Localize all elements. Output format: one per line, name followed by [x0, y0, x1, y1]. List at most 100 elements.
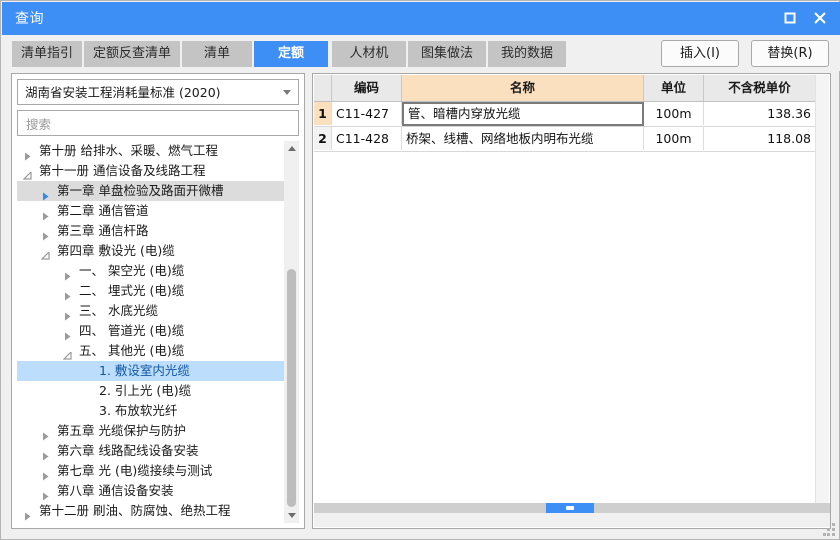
tab-dinge-fancha-qingdan[interactable]: 定额反查清单 — [84, 41, 180, 67]
grid-column-header[interactable] — [314, 75, 332, 101]
chevron-collapsed-icon[interactable] — [41, 487, 50, 501]
tree-item[interactable]: 第六章 线路配线设备安装 — [17, 441, 284, 461]
tab-strip: 清单指引 定额反查清单 清单 定额 人材机 图集做法 我的数据 插入(I) 替换… — [2, 35, 840, 71]
chevron-collapsed-icon[interactable] — [63, 287, 72, 301]
grid-cell-unit[interactable]: 100m — [644, 127, 704, 150]
tab-qingdan[interactable]: 清单 — [182, 41, 252, 67]
tree-item[interactable]: 第一章 单盘检验及路面开微槽 — [17, 181, 284, 201]
tree-item-label: 第十二册 刷油、防腐蚀、绝热工程 — [39, 503, 231, 518]
chevron-expanded-icon[interactable] — [62, 347, 72, 360]
grid-cell-num[interactable]: 2 — [314, 127, 332, 150]
tree-item-label: 第十一册 通信设备及线路工程 — [39, 163, 206, 178]
results-grid: 编码 名称 单位 不含税单价 1 C11-427 管、暗槽内穿放光缆 100m 138.36 2… — [314, 75, 816, 152]
grid-column-header[interactable]: 编码 — [332, 75, 402, 101]
grid-column-header[interactable]: 单位 — [644, 75, 704, 101]
tree-item-label: 3. 布放软光纤 — [99, 403, 178, 418]
grid-cell-code[interactable]: C11-427 — [332, 102, 402, 125]
grid-cell-unit[interactable]: 100m — [644, 102, 704, 125]
tab-rencaiji[interactable]: 人材机 — [332, 41, 406, 67]
grid-cell-num[interactable]: 1 — [314, 102, 332, 125]
resize-grip-icon[interactable] — [823, 523, 836, 536]
tree-item[interactable]: 一、 架空光 (电)缆 — [17, 261, 284, 281]
scroll-down-icon[interactable] — [284, 508, 299, 523]
catalog-tree-scrollbar[interactable] — [284, 141, 299, 523]
tree-item[interactable]: 第十一册 通信设备及线路工程 — [17, 161, 284, 181]
tree-item[interactable]: 第四章 敷设光 (电)缆 — [17, 241, 284, 261]
results-panel: 编码 名称 单位 不含税单价 1 C11-427 管、暗槽内穿放光缆 100m 138.36 2… — [312, 73, 831, 529]
tree-item-label: 二、 埋式光 (电)缆 — [79, 283, 185, 298]
tab-dinge[interactable]: 定额 — [254, 41, 328, 67]
scrollbar-thumb[interactable] — [287, 269, 296, 507]
window-title: 查询 — [15, 11, 44, 27]
tree-item-label: 第一章 单盘检验及路面开微槽 — [57, 183, 224, 198]
scroll-up-icon[interactable] — [284, 141, 299, 156]
tree-item-label: 第四章 敷设光 (电)缆 — [57, 243, 175, 258]
chevron-collapsed-icon[interactable] — [63, 267, 72, 281]
tree-item-label: 第五章 光缆保护与防护 — [57, 423, 186, 438]
standard-select-value: 湖南省安装工程消耗量标准 (2020) — [25, 85, 221, 100]
table-row[interactable]: 1 C11-427 管、暗槽内穿放光缆 100m 138.36 — [314, 102, 816, 127]
table-row[interactable]: 2 C11-428 桥架、线槽、网络地板内明布光缆 100m 118.08 — [314, 127, 816, 152]
tree-item-label: 2. 引上光 (电)缆 — [99, 383, 192, 398]
chevron-collapsed-icon[interactable] — [63, 327, 72, 341]
catalog-tree-rows: 第十册 给排水、采暖、燃气工程 第十一册 通信设备及线路工程第一章 单盘检验及路面… — [17, 141, 284, 521]
grid-body: 1 C11-427 管、暗槽内穿放光缆 100m 138.36 2 C11-428 桥架、线槽… — [314, 102, 816, 152]
tree-item[interactable]: 四、 管道光 (电)缆 — [17, 321, 284, 341]
tree-item-label: 第三章 通信杆路 — [57, 223, 149, 238]
grid-cell-code[interactable]: C11-428 — [332, 127, 402, 150]
grid-hscrollbar-grip-icon — [566, 506, 574, 510]
grid-horizontal-scrollbar[interactable] — [314, 503, 830, 513]
tree-item[interactable]: 第五章 光缆保护与防护 — [17, 421, 284, 441]
tree-item[interactable]: 第七章 光 (电)缆接续与测试 — [17, 461, 284, 481]
chevron-collapsed-icon[interactable] — [41, 447, 50, 461]
replace-button[interactable]: 替换(R) — [751, 40, 829, 67]
tree-item[interactable]: 第三章 通信杆路 — [17, 221, 284, 241]
insert-button[interactable]: 插入(I) — [661, 40, 739, 67]
grid-cell-price[interactable]: 138.36 — [704, 102, 816, 125]
grid-vertical-scrollbar[interactable] — [815, 75, 829, 515]
chevron-expanded-icon[interactable] — [40, 247, 50, 260]
grid-cell-price[interactable]: 118.08 — [704, 127, 816, 150]
tree-item-label: 五、 其他光 (电)缆 — [79, 343, 185, 358]
tree-item[interactable]: 1. 敷设室内光缆 — [17, 361, 284, 381]
grid-cell-name[interactable]: 桥架、线槽、网络地板内明布光缆 — [402, 127, 644, 150]
tab-qingdanzhiyin[interactable]: 清单指引 — [12, 41, 82, 67]
tree-item-label: 第六章 线路配线设备安装 — [57, 443, 199, 458]
tree-item-label: 四、 管道光 (电)缆 — [79, 323, 185, 338]
chevron-collapsed-icon[interactable] — [41, 467, 50, 481]
close-icon[interactable] — [806, 5, 834, 31]
tree-item-label: 第七章 光 (电)缆接续与测试 — [57, 463, 213, 478]
chevron-collapsed-icon[interactable] — [23, 507, 32, 521]
chevron-collapsed-icon[interactable] — [41, 227, 50, 241]
tree-item[interactable]: 第二章 通信管道 — [17, 201, 284, 221]
grid-header-row: 编码 名称 单位 不含税单价 — [314, 75, 816, 102]
chevron-collapsed-icon[interactable] — [41, 207, 50, 221]
tree-item-label: 三、 水底光缆 — [79, 303, 158, 318]
tree-item[interactable]: 第十册 给排水、采暖、燃气工程 — [17, 141, 284, 161]
tree-item-label: 一、 架空光 (电)缆 — [79, 263, 185, 278]
chevron-collapsed-icon[interactable] — [41, 187, 50, 201]
chevron-collapsed-icon[interactable] — [63, 307, 72, 321]
grid-column-header[interactable]: 名称 — [402, 75, 644, 101]
maximize-icon[interactable] — [776, 5, 804, 31]
tree-item-label: 第十册 给排水、采暖、燃气工程 — [39, 143, 218, 158]
chevron-collapsed-icon[interactable] — [23, 147, 32, 161]
tree-item[interactable]: 2. 引上光 (电)缆 — [17, 381, 284, 401]
tab-wodeshuju[interactable]: 我的数据 — [488, 41, 566, 67]
title-bar: 查询 — [2, 2, 840, 35]
tree-item[interactable]: 三、 水底光缆 — [17, 301, 284, 321]
search-box[interactable] — [17, 110, 299, 136]
tab-tujizuofa[interactable]: 图集做法 — [408, 41, 486, 67]
grid-cell-name[interactable]: 管、暗槽内穿放光缆 — [402, 102, 644, 126]
tree-item[interactable]: 第十二册 刷油、防腐蚀、绝热工程 — [17, 501, 284, 521]
chevron-collapsed-icon[interactable] — [41, 427, 50, 441]
tree-item-label: 第八章 通信设备安装 — [57, 483, 174, 498]
search-input[interactable] — [24, 114, 294, 134]
tree-item[interactable]: 3. 布放软光纤 — [17, 401, 284, 421]
standard-select[interactable]: 湖南省安装工程消耗量标准 (2020) — [17, 79, 299, 105]
tree-item[interactable]: 五、 其他光 (电)缆 — [17, 341, 284, 361]
tree-item[interactable]: 二、 埋式光 (电)缆 — [17, 281, 284, 301]
grid-column-header[interactable]: 不含税单价 — [704, 75, 816, 101]
tree-item[interactable]: 第八章 通信设备安装 — [17, 481, 284, 501]
chevron-expanded-icon[interactable] — [22, 167, 32, 180]
